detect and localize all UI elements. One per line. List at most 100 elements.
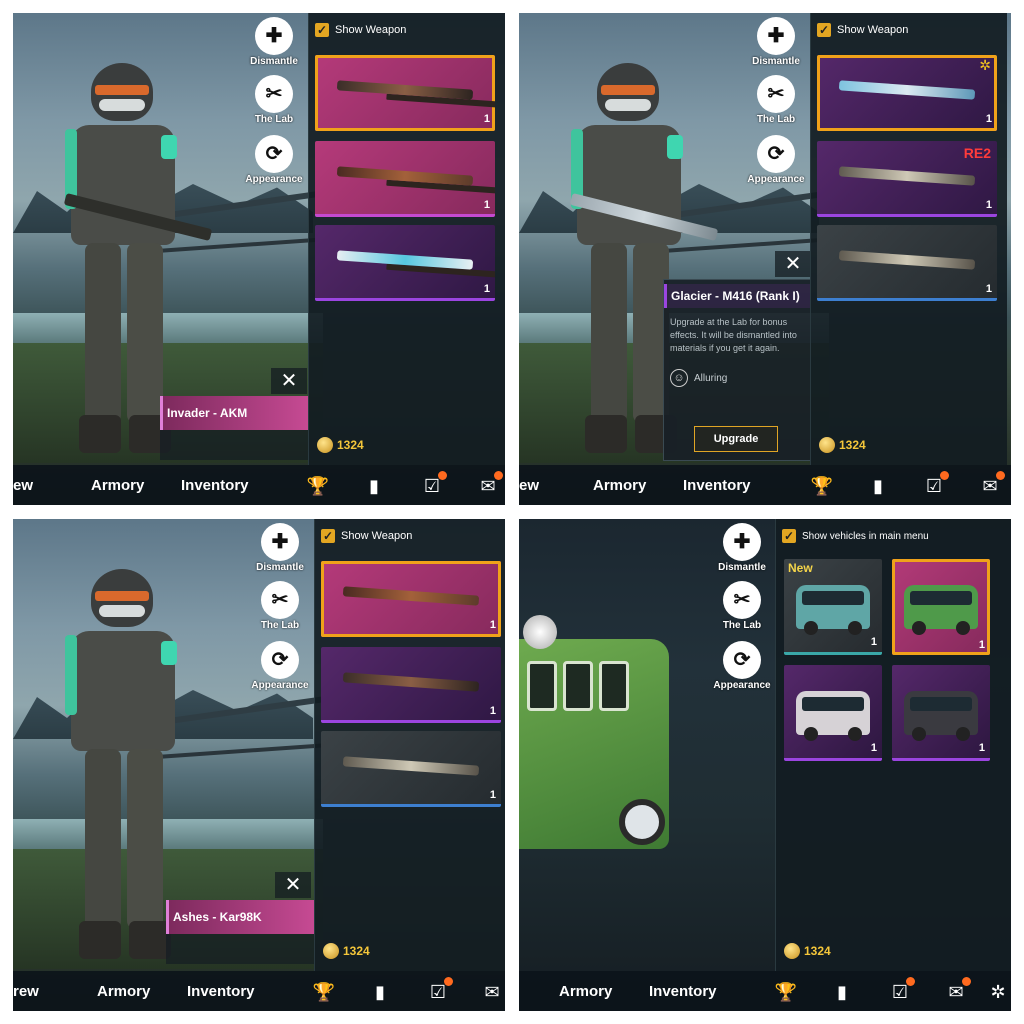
tab-crew-partial[interactable]: rew: [13, 983, 39, 1000]
notification-dot: [996, 471, 1005, 480]
tab-crew-partial[interactable]: ew: [519, 477, 539, 494]
tab-inventory[interactable]: Inventory: [683, 477, 751, 494]
mail-icon[interactable]: ✉: [977, 471, 1005, 497]
show-vehicles-toggle[interactable]: ✓ Show vehicles in main menu: [782, 527, 929, 545]
dismantle-button[interactable]: ✚ Dismantle: [711, 523, 773, 573]
missions-icon[interactable]: ☑: [887, 977, 915, 1003]
upgrade-button[interactable]: Upgrade: [694, 426, 778, 452]
close-button[interactable]: ✕: [275, 872, 311, 898]
vehicle-card-3[interactable]: 1: [784, 665, 882, 761]
m416-rifle-icon: [838, 250, 976, 270]
bus-icon: [796, 691, 870, 741]
missions-icon[interactable]: ☑: [425, 977, 453, 1003]
appearance-button[interactable]: ⟳ Appearance: [249, 641, 311, 691]
stats-icon[interactable]: ▮: [829, 981, 855, 1003]
kar98k-rifle-icon: [342, 672, 480, 692]
notification-dot: [444, 977, 453, 986]
skin-card-invader-akm[interactable]: 1: [315, 55, 495, 131]
skin-card-glacier-m416[interactable]: ✲ 1: [817, 55, 997, 131]
item-title: Glacier - M416 (Rank I): [664, 284, 810, 308]
show-weapon-toggle[interactable]: ✓ Show Weapon: [817, 21, 908, 39]
panel-akm: ✚ Dismantle ✂ The Lab ⟳ Appearance ✕ Inv…: [13, 13, 505, 505]
skin-card-m416-3[interactable]: 1: [817, 225, 997, 301]
kar98k-rifle-icon: [342, 586, 480, 606]
show-weapon-toggle[interactable]: ✓ Show Weapon: [315, 21, 406, 39]
skin-card-akm-3[interactable]: 1: [315, 225, 495, 301]
skin-card-kar98k-3[interactable]: 1: [321, 731, 501, 807]
tab-armory[interactable]: Armory: [559, 983, 612, 1000]
vehicle-card-1[interactable]: New 1: [784, 559, 882, 655]
vehicle-card-4[interactable]: 1: [892, 665, 990, 761]
dismantle-button[interactable]: ✚ Dismantle: [745, 17, 807, 67]
tab-armory[interactable]: Armory: [97, 983, 150, 1000]
appearance-button[interactable]: ⟳ Appearance: [711, 641, 773, 691]
tab-armory[interactable]: Armory: [593, 477, 646, 494]
the-lab-button[interactable]: ✂ The Lab: [249, 581, 311, 631]
lab-tools-icon: ✂: [261, 581, 299, 619]
refresh-icon: ⟳: [723, 641, 761, 679]
puzzle-icon: ✚: [723, 523, 761, 561]
item-description: Upgrade at the Lab for bonus effects. It…: [670, 317, 797, 353]
akm-rifle-icon: [336, 250, 474, 270]
mail-icon[interactable]: ✉: [479, 981, 505, 1003]
notification-dot: [438, 471, 447, 480]
trophy-icon[interactable]: 🏆: [311, 981, 337, 1003]
the-lab-button[interactable]: ✂ The Lab: [711, 581, 773, 631]
the-lab-button[interactable]: ✂ The Lab: [243, 75, 305, 125]
tab-armory[interactable]: Armory: [91, 477, 144, 494]
appearance-button[interactable]: ⟳ Appearance: [243, 135, 305, 185]
gear-icon[interactable]: ✲: [985, 981, 1011, 1003]
tab-inventory[interactable]: Inventory: [187, 983, 255, 1000]
coin-icon: [819, 437, 835, 453]
appearance-button[interactable]: ⟳ Appearance: [745, 135, 807, 185]
screenshot-collage: ✚ Dismantle ✂ The Lab ⟳ Appearance ✕ Inv…: [0, 0, 1024, 1024]
tab-crew-partial[interactable]: ew: [13, 477, 33, 494]
close-button[interactable]: ✕: [775, 251, 811, 277]
bottom-nav: ew Armory Inventory 🏆 ▮ ☑ ✉: [13, 465, 505, 505]
trophy-icon[interactable]: 🏆: [305, 475, 331, 497]
bus-icon: [904, 691, 978, 741]
gear-icon: ✲: [979, 57, 991, 73]
skin-card-kar98k-2[interactable]: 1: [321, 647, 501, 723]
dismantle-button[interactable]: ✚ Dismantle: [249, 523, 311, 573]
skin-card-akm-2[interactable]: 1: [315, 141, 495, 217]
close-button[interactable]: ✕: [271, 368, 307, 394]
bottom-nav: Armory Inventory 🏆 ▮ ☑ ✉ ✲: [519, 971, 1011, 1011]
refresh-icon: ⟳: [255, 135, 293, 173]
bottom-nav: rew Armory Inventory 🏆 ▮ ☑ ✉: [13, 971, 505, 1011]
selected-item-name: Invader - AKM: [160, 396, 308, 430]
character-model[interactable]: [43, 63, 213, 453]
the-lab-button[interactable]: ✂ The Lab: [745, 75, 807, 125]
weapon-skin-list: ✓ Show Weapon 1 1 1 1324: [314, 519, 505, 971]
stats-icon[interactable]: ▮: [865, 475, 891, 497]
tab-inventory[interactable]: Inventory: [181, 477, 249, 494]
close-icon: ✕: [280, 370, 298, 392]
mail-icon[interactable]: ✉: [943, 977, 971, 1003]
tab-inventory[interactable]: Inventory: [649, 983, 717, 1000]
trophy-icon[interactable]: 🏆: [809, 475, 835, 497]
puzzle-icon: ✚: [757, 17, 795, 55]
soccer-ball-decoration: [523, 615, 557, 649]
show-weapon-toggle[interactable]: ✓ Show Weapon: [321, 527, 412, 545]
lab-tools-icon: ✂: [255, 75, 293, 113]
trophy-icon[interactable]: 🏆: [773, 981, 799, 1003]
trait-icon: ☺: [670, 369, 688, 387]
skin-card-m416-2[interactable]: RE2 1: [817, 141, 997, 217]
coin-icon: [784, 943, 800, 959]
vehicle-model-bus[interactable]: [519, 615, 669, 849]
vehicle-card-2[interactable]: 1: [892, 559, 990, 655]
vehicle-skin-list: ✓ Show vehicles in main menu New 1 1 1 1: [775, 519, 1011, 971]
missions-icon[interactable]: ☑: [419, 471, 447, 497]
dismantle-button[interactable]: ✚ Dismantle: [243, 17, 305, 67]
puzzle-icon: ✚: [255, 17, 293, 55]
coin-balance: 1324: [317, 437, 364, 453]
stats-icon[interactable]: ▮: [367, 981, 393, 1003]
item-info-popup: Glacier - M416 (Rank I) Upgrade at the L…: [663, 279, 811, 461]
skin-card-ashes-kar98k[interactable]: 1: [321, 561, 501, 637]
refresh-icon: ⟳: [261, 641, 299, 679]
weapon-skin-list: ✓ Show Weapon ✲ 1 RE2 1 1 1324: [810, 13, 1007, 465]
mail-icon[interactable]: ✉: [475, 471, 503, 497]
stats-icon[interactable]: ▮: [361, 475, 387, 497]
missions-icon[interactable]: ☑: [921, 471, 949, 497]
selected-item-details: [166, 934, 314, 964]
